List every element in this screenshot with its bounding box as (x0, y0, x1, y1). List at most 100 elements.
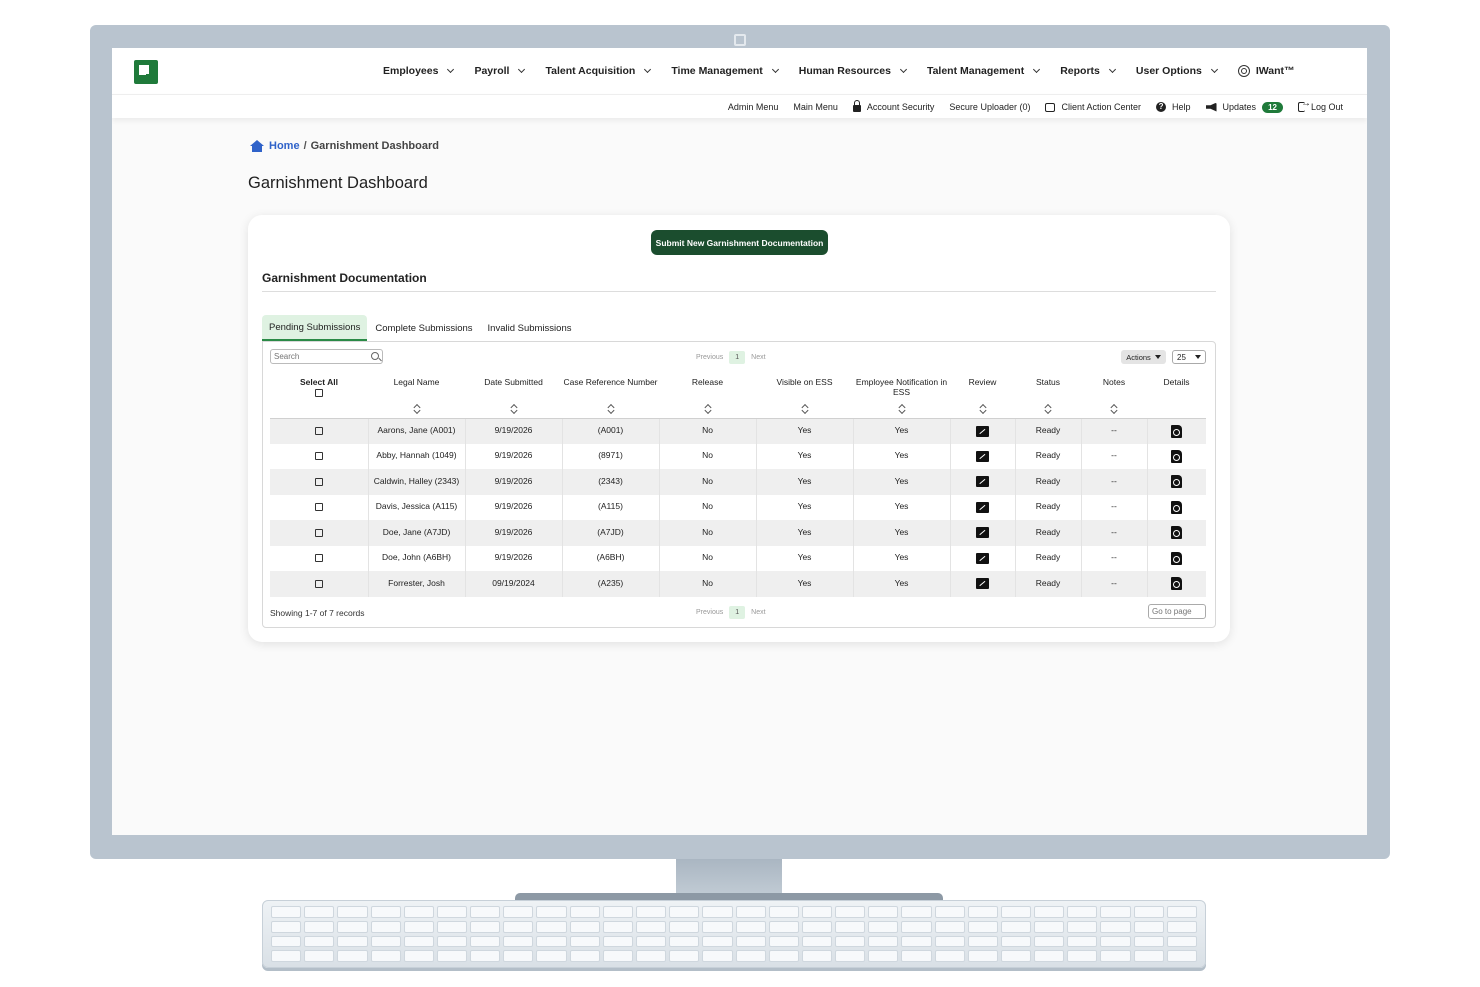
page-number-button[interactable]: 1 (729, 606, 746, 619)
table-row[interactable]: Abby, Hannah (1049) 9/19/2026 (8971) No Yes Y… (270, 443, 1206, 469)
col-employee-notification[interactable]: Employee Notification in ESS (853, 372, 950, 419)
row-checkbox[interactable] (314, 477, 323, 486)
row-checkbox[interactable] (314, 503, 323, 512)
account-security-link[interactable]: Account Security (852, 100, 934, 112)
page-number-button[interactable]: 1 (729, 351, 746, 364)
nav-payroll[interactable]: Payroll (474, 65, 526, 77)
tab-pending-submissions[interactable]: Pending Submissions (262, 315, 368, 341)
submit-garnishment-button[interactable]: Submit New Garnishment Documentation (651, 230, 828, 255)
details-cell (1147, 520, 1206, 546)
log-out-link[interactable]: Log Out (1297, 98, 1343, 112)
review-icon[interactable] (976, 578, 989, 590)
col-visible-ess[interactable]: Visible on ESS (756, 372, 853, 419)
case-reference-cell: (A7JD) (562, 520, 660, 546)
details-icon[interactable] (1171, 551, 1183, 565)
updates-link[interactable]: Updates 12 (1205, 101, 1283, 113)
nav-iwant[interactable]: IWant™ (1237, 65, 1295, 77)
breadcrumb-home-link[interactable]: Home (269, 140, 300, 152)
sort-icon[interactable] (898, 404, 905, 414)
column-label: Date Submitted (484, 377, 543, 387)
status-cell: Ready (1015, 520, 1082, 546)
client-action-center-link[interactable]: Client Action Center (1045, 102, 1141, 112)
logout-icon (1297, 98, 1311, 112)
paylocity-logo-icon[interactable] (134, 60, 158, 84)
row-checkbox[interactable] (314, 452, 323, 461)
row-checkbox[interactable] (314, 554, 323, 563)
review-icon[interactable] (976, 552, 989, 564)
link-label: Secure Uploader (0) (949, 102, 1031, 112)
submissions-table-wrapper[interactable]: Select All Legal Name Date Submitted Cas… (270, 372, 1206, 597)
nav-talent-management[interactable]: Talent Management (927, 65, 1041, 77)
table-row[interactable]: Davis, Jessica (A115) 9/19/2026 (A115) No Ye… (270, 494, 1206, 520)
keyboard-key (934, 950, 965, 962)
sort-icon[interactable] (704, 404, 711, 414)
sort-icon[interactable] (1045, 404, 1052, 414)
keyboard-key (635, 906, 667, 918)
keyboard-key (536, 920, 567, 933)
tab-invalid-submissions[interactable]: Invalid Submissions (481, 315, 579, 341)
case-reference-cell: (2343) (562, 469, 660, 495)
table-row[interactable]: Aarons, Jane (A001) 9/19/2026 (A001) No Yes Y… (270, 418, 1206, 444)
help-link[interactable]: ? Help (1156, 102, 1191, 112)
table-row[interactable]: Forrester, Josh 09/19/2024 (A235) No Yes Yes R… (270, 571, 1206, 597)
sort-icon[interactable] (1111, 404, 1118, 414)
sort-icon[interactable] (510, 404, 517, 414)
search-input[interactable] (270, 349, 383, 364)
review-icon[interactable] (976, 476, 989, 488)
col-review[interactable]: Review (950, 372, 1015, 419)
details-icon[interactable] (1171, 526, 1183, 540)
select-all-checkbox[interactable] (315, 388, 323, 397)
sort-icon[interactable] (979, 404, 986, 414)
keyboard-key (835, 906, 866, 918)
secure-uploader-link[interactable]: Secure Uploader (0) (949, 102, 1030, 112)
sort-icon[interactable] (413, 404, 420, 414)
nav-employees[interactable]: Employees (383, 65, 455, 77)
caret-down-icon (1154, 355, 1161, 359)
keyboard-key (669, 920, 700, 933)
col-case-reference[interactable]: Case Reference Number (562, 372, 659, 419)
home-icon[interactable] (250, 140, 264, 152)
go-to-page-input[interactable] (1148, 604, 1206, 619)
details-icon[interactable] (1171, 577, 1183, 591)
review-icon[interactable] (976, 501, 989, 513)
keyboard-key (569, 920, 600, 933)
next-page-link[interactable]: Next (751, 609, 765, 616)
sort-icon[interactable] (801, 404, 808, 414)
table-row[interactable]: Doe, John (A6BH) 9/19/2026 (A6BH) No Yes Yes R… (270, 545, 1206, 571)
search-icon[interactable] (371, 352, 379, 360)
table-row[interactable]: Doe, Jane (A7JD) 9/19/2026 (A7JD) No Yes Yes R… (270, 520, 1206, 546)
page-size-select[interactable]: 25 (1172, 350, 1206, 364)
legal-name-cell: Caldwin, Halley (2343) (368, 469, 466, 495)
actions-dropdown[interactable]: Actions (1121, 350, 1166, 364)
review-icon[interactable] (976, 527, 989, 539)
col-date-submitted[interactable]: Date Submitted (465, 372, 562, 419)
nav-human-resources[interactable]: Human Resources (799, 65, 907, 77)
sort-icon[interactable] (607, 404, 614, 414)
col-release[interactable]: Release (659, 372, 756, 419)
nav-time-management[interactable]: Time Management (671, 65, 779, 77)
nav-user-options[interactable]: User Options (1136, 65, 1218, 77)
review-icon[interactable] (976, 450, 989, 462)
previous-page-link[interactable]: Previous (696, 354, 723, 361)
nav-talent-acquisition[interactable]: Talent Acquisition (545, 65, 652, 77)
details-icon[interactable] (1171, 449, 1183, 463)
table-row[interactable]: Caldwin, Halley (2343) 9/19/2026 (2343) No Y… (270, 469, 1206, 495)
nav-reports[interactable]: Reports (1060, 65, 1116, 77)
row-checkbox[interactable] (314, 426, 323, 435)
details-icon[interactable] (1171, 424, 1183, 438)
details-icon[interactable] (1171, 475, 1183, 489)
row-checkbox[interactable] (314, 528, 323, 537)
keyboard-key (768, 950, 799, 962)
previous-page-link[interactable]: Previous (696, 609, 723, 616)
review-icon[interactable] (976, 425, 989, 437)
details-icon[interactable] (1171, 500, 1183, 514)
tab-complete-submissions[interactable]: Complete Submissions (368, 315, 479, 341)
monitor-frame: Employees Payroll Talent Acquisition Tim… (90, 25, 1390, 859)
admin-menu-link[interactable]: Admin Menu (728, 102, 779, 112)
col-status[interactable]: Status (1015, 372, 1081, 419)
col-notes[interactable]: Notes (1081, 372, 1147, 419)
row-checkbox[interactable] (314, 579, 323, 588)
main-menu-link[interactable]: Main Menu (793, 102, 838, 112)
col-legal-name[interactable]: Legal Name (368, 372, 465, 419)
next-page-link[interactable]: Next (751, 354, 765, 361)
